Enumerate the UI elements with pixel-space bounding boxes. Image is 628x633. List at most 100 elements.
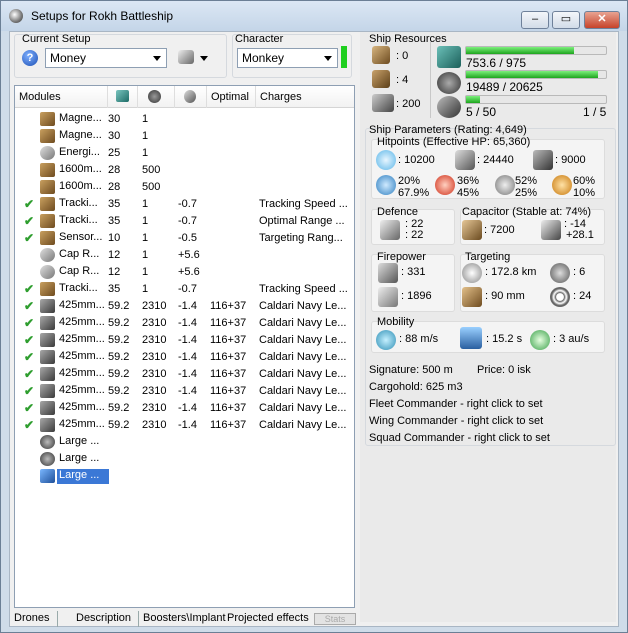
- module-row[interactable]: Magne... 30 1: [15, 111, 354, 128]
- module-name: 425mm...: [59, 418, 105, 430]
- em-resist-icon: [376, 175, 396, 195]
- module-icon: [40, 384, 55, 398]
- module-row[interactable]: 1600m... 28 500: [15, 179, 354, 196]
- online-check-icon[interactable]: ✔: [24, 384, 34, 398]
- col-cap[interactable]: [175, 86, 207, 108]
- module-row[interactable]: ✔ 425mm... 59.2 2310 -1.4 116+37 Caldari Navy …: [15, 349, 354, 366]
- module-cap: -1.4: [178, 351, 197, 363]
- module-row[interactable]: ✔ 425mm... 59.2 2310 -1.4 116+37 Caldari Navy …: [15, 366, 354, 383]
- module-optimal: 116+37: [210, 368, 247, 380]
- module-icon: [40, 333, 55, 347]
- online-check-icon[interactable]: ✔: [24, 401, 34, 415]
- setup-combo[interactable]: Money: [45, 48, 167, 68]
- module-row[interactable]: Cap R... 12 1 +5.6: [15, 264, 354, 281]
- character-combo[interactable]: Monkey: [237, 48, 338, 68]
- tab-boosters[interactable]: Boosters\Implant: [138, 611, 226, 627]
- module-cap: +5.6: [178, 249, 200, 261]
- character-label: Character: [235, 33, 284, 45]
- col-optimal[interactable]: Optimal: [207, 86, 256, 108]
- launcher-hardpoint-icon: [372, 70, 390, 88]
- module-icon: [40, 248, 55, 262]
- ship-parameters-label: Ship Parameters (Rating: 4,649): [369, 124, 527, 136]
- capacitor-amount: : 7200: [484, 224, 515, 236]
- tab-projected-effects[interactable]: Projected effects: [227, 611, 309, 627]
- module-power: 1: [142, 266, 149, 278]
- module-row[interactable]: Magne... 30 1: [15, 128, 354, 145]
- module-icon: [40, 129, 55, 143]
- module-cpu: 10: [108, 232, 121, 244]
- defence-value-b: : 22: [405, 229, 424, 241]
- module-cap: -1.4: [178, 368, 197, 380]
- module-row[interactable]: ✔ 425mm... 59.2 2310 -1.4 116+37 Caldari Navy …: [15, 383, 354, 400]
- shield-hp: : 10200: [398, 154, 435, 166]
- minimize-button[interactable]: –: [521, 11, 549, 29]
- col-cpu[interactable]: [108, 86, 138, 108]
- col-modules[interactable]: Modules: [15, 86, 108, 108]
- squad-commander[interactable]: Squad Commander - right click to set: [369, 432, 550, 444]
- online-check-icon[interactable]: ✔: [24, 367, 34, 381]
- module-row[interactable]: Large ...: [15, 451, 354, 468]
- character-status-indicator: [341, 46, 347, 68]
- close-button[interactable]: ✕: [584, 11, 620, 29]
- module-name: 425mm...: [59, 384, 105, 396]
- online-check-icon[interactable]: ✔: [24, 333, 34, 347]
- explosive-resist-shield: 60%: [573, 175, 596, 187]
- fleet-commander[interactable]: Fleet Commander - right click to set: [369, 398, 543, 410]
- module-power: 2310: [142, 368, 167, 380]
- cpu-bar: [465, 46, 607, 55]
- tab-description[interactable]: Description: [57, 611, 131, 627]
- module-row[interactable]: ✔ 425mm... 59.2 2310 -1.4 116+37 Caldari Navy …: [15, 332, 354, 349]
- module-row[interactable]: ✔ Tracki... 35 1 -0.7 Tracking Speed ...: [15, 196, 354, 213]
- module-name: 425mm...: [59, 401, 105, 413]
- calibration: : 200: [396, 98, 421, 110]
- module-row[interactable]: Cap R... 12 1 +5.6: [15, 247, 354, 264]
- online-check-icon[interactable]: ✔: [24, 299, 34, 313]
- module-row[interactable]: ✔ 425mm... 59.2 2310 -1.4 116+37 Caldari Navy …: [15, 315, 354, 332]
- module-cpu: 59.2: [108, 419, 130, 431]
- module-row[interactable]: ✔ 425mm... 59.2 2310 -1.4 116+37 Caldari Navy …: [15, 400, 354, 417]
- maximize-button[interactable]: ▭: [552, 11, 580, 29]
- online-check-icon[interactable]: ✔: [24, 282, 34, 296]
- online-check-icon[interactable]: ✔: [24, 350, 34, 364]
- modules-list[interactable]: Modules Optimal Charges Magne... 30 1 Magne…: [14, 85, 355, 608]
- module-name: Magne...: [59, 129, 102, 141]
- module-cpu: 59.2: [108, 317, 130, 329]
- capacitor-delta-b: +28.1: [566, 229, 594, 241]
- armor-hp: : 24440: [477, 154, 514, 166]
- module-optimal: 116+37: [210, 385, 247, 397]
- module-row[interactable]: ✔ 425mm... 59.2 2310 -1.4 116+37 Caldari Navy …: [15, 417, 354, 434]
- chevron-down-icon[interactable]: [200, 56, 208, 61]
- wing-commander[interactable]: Wing Commander - right click to set: [369, 415, 543, 427]
- module-row[interactable]: Energi... 25 1: [15, 145, 354, 162]
- defence-label: Defence: [377, 206, 418, 218]
- module-cpu: 59.2: [108, 351, 130, 363]
- cpu-value: 753.6 / 975: [466, 56, 527, 70]
- module-icon: [40, 401, 55, 415]
- online-check-icon[interactable]: ✔: [24, 214, 34, 228]
- online-check-icon[interactable]: ✔: [24, 316, 34, 330]
- module-row[interactable]: 1600m... 28 500: [15, 162, 354, 179]
- module-icon: [40, 299, 55, 313]
- col-power[interactable]: [138, 86, 175, 108]
- module-row[interactable]: ✔ Sensor... 10 1 -0.5 Targeting Rang...: [15, 230, 354, 247]
- module-row[interactable]: ✔ Tracki... 35 1 -0.7 Optimal Range ...: [15, 213, 354, 230]
- powergrid-icon: [437, 72, 461, 94]
- firepower-value-b: : 1896: [401, 290, 432, 302]
- explosive-resist-icon: [552, 175, 572, 195]
- online-check-icon[interactable]: ✔: [24, 231, 34, 245]
- module-row[interactable]: ✔ Tracki... 35 1 -0.7 Tracking Speed ...: [15, 281, 354, 298]
- module-charges: Caldari Navy Le...: [259, 334, 347, 346]
- module-row[interactable]: Large ...: [15, 468, 354, 485]
- online-check-icon[interactable]: ✔: [24, 418, 34, 432]
- module-cap: -0.7: [178, 283, 197, 295]
- module-row[interactable]: Large ...: [15, 434, 354, 451]
- kinetic-resist-shield: 52%: [515, 175, 538, 187]
- tab-stats[interactable]: Stats: [314, 613, 356, 625]
- drone-icon[interactable]: [178, 50, 194, 64]
- col-charges[interactable]: Charges: [256, 86, 356, 108]
- client-area: Current Setup ? Money Character Monkey M…: [9, 31, 619, 627]
- module-row[interactable]: ✔ 425mm... 59.2 2310 -1.4 116+37 Caldari Navy …: [15, 298, 354, 315]
- tab-drones[interactable]: Drones: [14, 611, 49, 627]
- online-check-icon[interactable]: ✔: [24, 197, 34, 211]
- help-icon[interactable]: ?: [22, 50, 38, 66]
